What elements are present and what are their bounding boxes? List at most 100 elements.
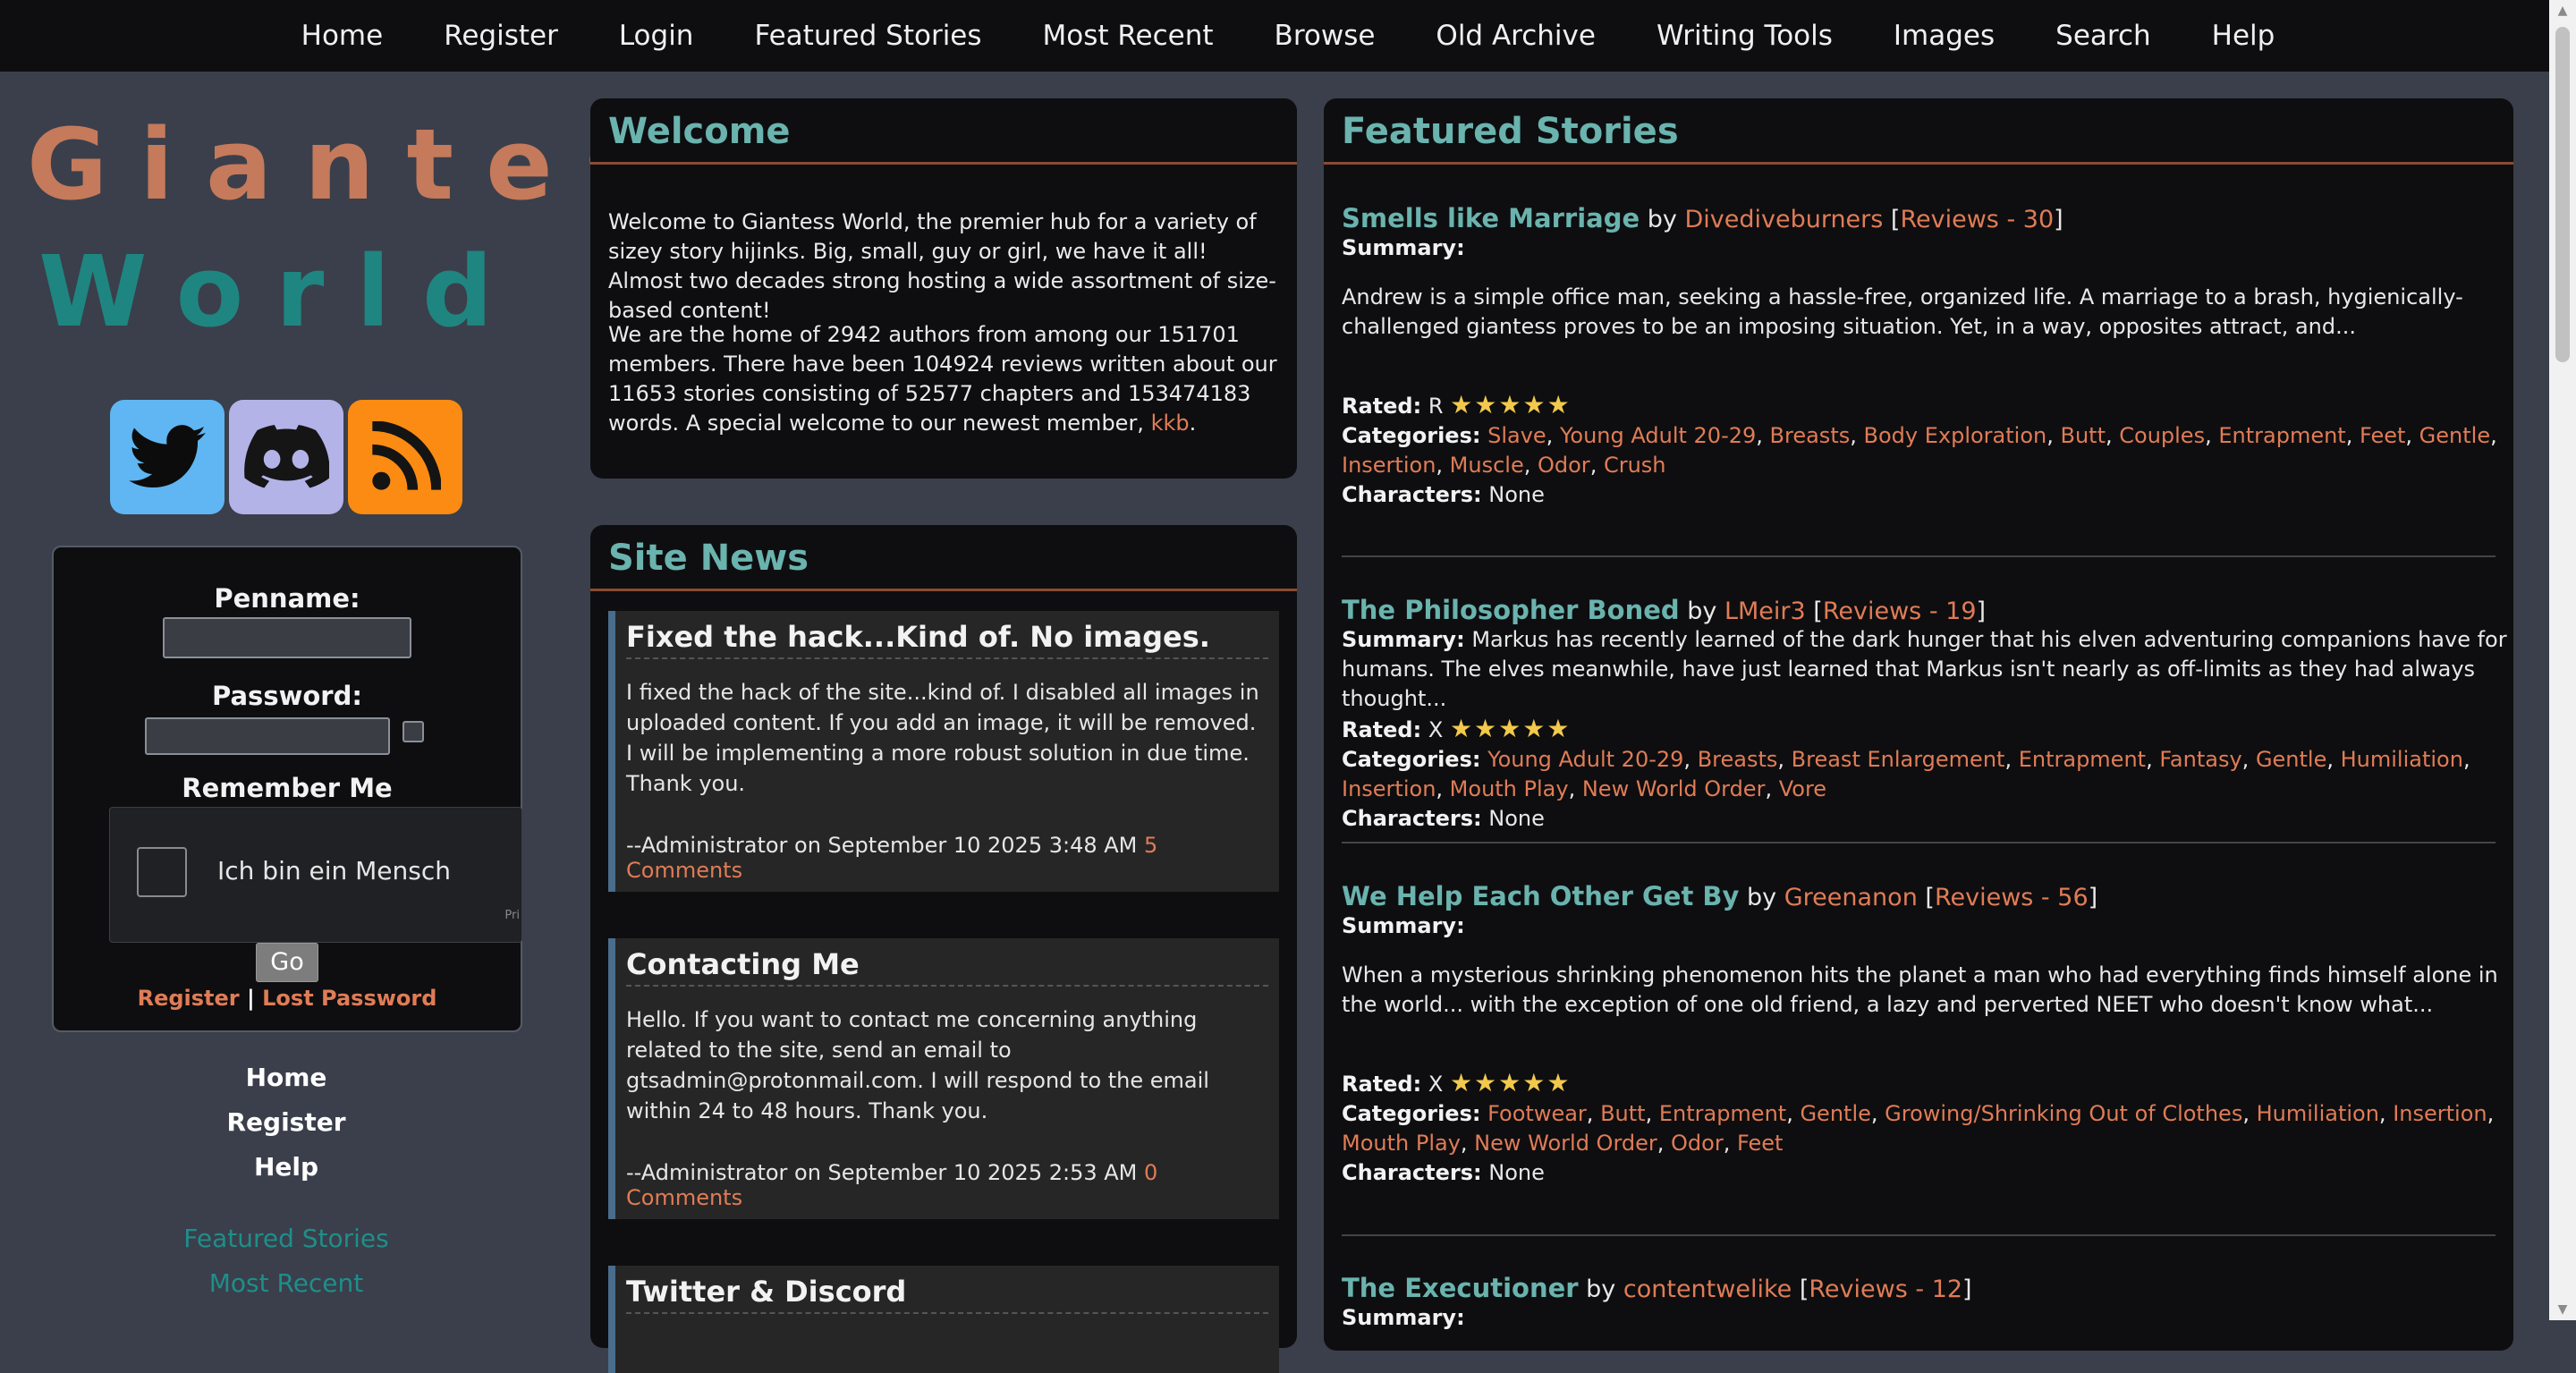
newest-member-link[interactable]: kkb — [1151, 411, 1190, 436]
category-link[interactable]: Footwear — [1487, 1101, 1587, 1126]
category-link[interactable]: Gentle — [2419, 423, 2490, 448]
story-reviews-link[interactable]: Reviews - 12 — [1809, 1276, 1962, 1303]
category-link[interactable]: Feet — [2360, 423, 2405, 448]
penname-input[interactable] — [163, 617, 411, 658]
category-link[interactable]: Odor — [1538, 453, 1590, 478]
story-reviews-link[interactable]: Reviews - 30 — [1900, 206, 2054, 233]
category-link[interactable]: Insertion — [2393, 1101, 2487, 1126]
nav-images[interactable]: Images — [1894, 20, 1995, 52]
category-link[interactable]: Entrapment — [1659, 1101, 1786, 1126]
category-link[interactable]: Vore — [1779, 776, 1826, 801]
category-link[interactable]: Breasts — [1698, 747, 1778, 772]
category-link[interactable]: Butt — [1600, 1101, 1646, 1126]
nav-login[interactable]: Login — [619, 20, 694, 52]
category-link[interactable]: Odor — [1671, 1131, 1724, 1156]
category-link[interactable]: Humiliation — [2341, 747, 2463, 772]
password-input[interactable] — [145, 717, 390, 755]
story-by: by — [1586, 1276, 1616, 1303]
story-author-link[interactable]: contentwelike — [1623, 1276, 1792, 1303]
story-reviews-link[interactable]: Reviews - 56 — [1935, 884, 2089, 911]
scrollbar-thumb[interactable] — [2555, 27, 2570, 362]
category-link[interactable]: Gentle — [2256, 747, 2326, 772]
register-link[interactable]: Register — [138, 986, 240, 1011]
story-heading: Smells like Marriage by Divediveburners … — [1342, 203, 2063, 233]
categories-label: Categories: — [1342, 1101, 1481, 1126]
sidebar-item-most-recent[interactable]: Most Recent — [27, 1268, 546, 1298]
discord-icon — [244, 425, 329, 488]
go-button[interactable]: Go — [256, 943, 318, 982]
sidebar-item-register[interactable]: Register — [27, 1107, 546, 1137]
nav-search[interactable]: Search — [2055, 20, 2151, 52]
category-link[interactable]: Young Adult 20-29 — [1487, 747, 1683, 772]
twitter-button[interactable] — [110, 400, 225, 514]
story-rating: X — [1428, 1072, 1444, 1097]
captcha-widget: Ich bin ein Mensch Pri — [109, 807, 522, 943]
category-link[interactable]: Humiliation — [2257, 1101, 2379, 1126]
captcha-checkbox[interactable] — [137, 847, 187, 897]
summary-label: Summary: — [1342, 913, 1465, 938]
category-link[interactable]: Growing/Shrinking Out of Clothes — [1885, 1101, 2242, 1126]
category-link[interactable]: Slave — [1487, 423, 1546, 448]
category-link[interactable]: Couples — [2119, 423, 2205, 448]
story-divider — [1342, 842, 2496, 843]
site-news-panel: Site News Fixed the hack...Kind of. No i… — [590, 525, 1297, 1373]
story-author-link[interactable]: Divediveburners — [1684, 206, 1883, 233]
category-link[interactable]: Crush — [1604, 453, 1666, 478]
category-link[interactable]: Fantasy — [2159, 747, 2241, 772]
nav-help[interactable]: Help — [2212, 20, 2275, 52]
site-news-title: Site News — [608, 538, 809, 579]
page-scrollbar[interactable]: ▲ ▼ — [2549, 0, 2576, 1320]
rss-button[interactable] — [348, 400, 462, 514]
remember-me-checkbox[interactable] — [402, 721, 424, 742]
sidebar-item-home[interactable]: Home — [27, 1063, 546, 1092]
story-summary: Markus has recently learned of the dark … — [1342, 627, 2507, 711]
sidebar-item-help[interactable]: Help — [27, 1152, 546, 1182]
nav-old-archive[interactable]: Old Archive — [1436, 20, 1596, 52]
story-title-link[interactable]: We Help Each Other Get By — [1342, 881, 1739, 911]
story-by: by — [1647, 206, 1677, 233]
discord-button[interactable] — [229, 400, 343, 514]
category-link[interactable]: Young Adult 20-29 — [1560, 423, 1756, 448]
rated-label: Rated: — [1342, 717, 1422, 742]
story-entry: We Help Each Other Get By by Greenanon [… — [1342, 881, 2513, 1188]
rating-stars-icon: ★★★★★ — [1449, 714, 1572, 743]
lost-password-link[interactable]: Lost Password — [262, 986, 436, 1011]
category-link[interactable]: Muscle — [1450, 453, 1524, 478]
nav-browse[interactable]: Browse — [1275, 20, 1376, 52]
category-link[interactable]: Feet — [1737, 1131, 1783, 1156]
story-reviews-link[interactable]: Reviews - 19 — [1823, 598, 1977, 625]
nav-most-recent[interactable]: Most Recent — [1043, 20, 1214, 52]
nav-featured-stories[interactable]: Featured Stories — [754, 20, 981, 52]
site-logo-line1: Giantess — [27, 107, 767, 222]
category-link[interactable]: Entrapment — [2019, 747, 2146, 772]
story-heading: The Executioner by contentwelike [Review… — [1342, 1273, 1972, 1303]
story-author-link[interactable]: Greenanon — [1784, 884, 1918, 911]
story-title-link[interactable]: Smells like Marriage — [1342, 203, 1640, 233]
story-title-link[interactable]: The Philosopher Boned — [1342, 595, 1680, 625]
category-link[interactable]: Mouth Play — [1450, 776, 1569, 801]
category-link[interactable]: Entrapment — [2218, 423, 2345, 448]
category-link[interactable]: Mouth Play — [1342, 1131, 1461, 1156]
category-link[interactable]: Butt — [2060, 423, 2106, 448]
summary-label: Summary: — [1342, 1305, 1465, 1330]
nav-home[interactable]: Home — [301, 20, 384, 52]
category-link[interactable]: New World Order — [1474, 1131, 1657, 1156]
nav-register[interactable]: Register — [444, 20, 558, 52]
story-author-link[interactable]: LMeir3 — [1724, 598, 1806, 625]
sidebar-item-featured-stories[interactable]: Featured Stories — [27, 1224, 546, 1253]
category-link[interactable]: Breasts — [1770, 423, 1851, 448]
news-title: Twitter & Discord — [626, 1275, 1268, 1314]
scroll-up-arrow[interactable]: ▲ — [2549, 0, 2576, 21]
category-link[interactable]: Breast Enlargement — [1792, 747, 2005, 772]
category-link[interactable]: Body Exploration — [1864, 423, 2047, 448]
welcome-stats-end: . — [1189, 411, 1197, 436]
scroll-down-arrow[interactable]: ▼ — [2549, 1299, 2576, 1320]
category-link[interactable]: New World Order — [1582, 776, 1766, 801]
category-link[interactable]: Gentle — [1800, 1101, 1870, 1126]
category-link[interactable]: Insertion — [1342, 453, 1436, 478]
news-item: Fixed the hack...Kind of. No images. I f… — [608, 611, 1279, 892]
category-link[interactable]: Insertion — [1342, 776, 1436, 801]
nav-writing-tools[interactable]: Writing Tools — [1657, 20, 1833, 52]
story-heading: We Help Each Other Get By by Greenanon [… — [1342, 881, 2098, 911]
story-title-link[interactable]: The Executioner — [1342, 1273, 1579, 1303]
